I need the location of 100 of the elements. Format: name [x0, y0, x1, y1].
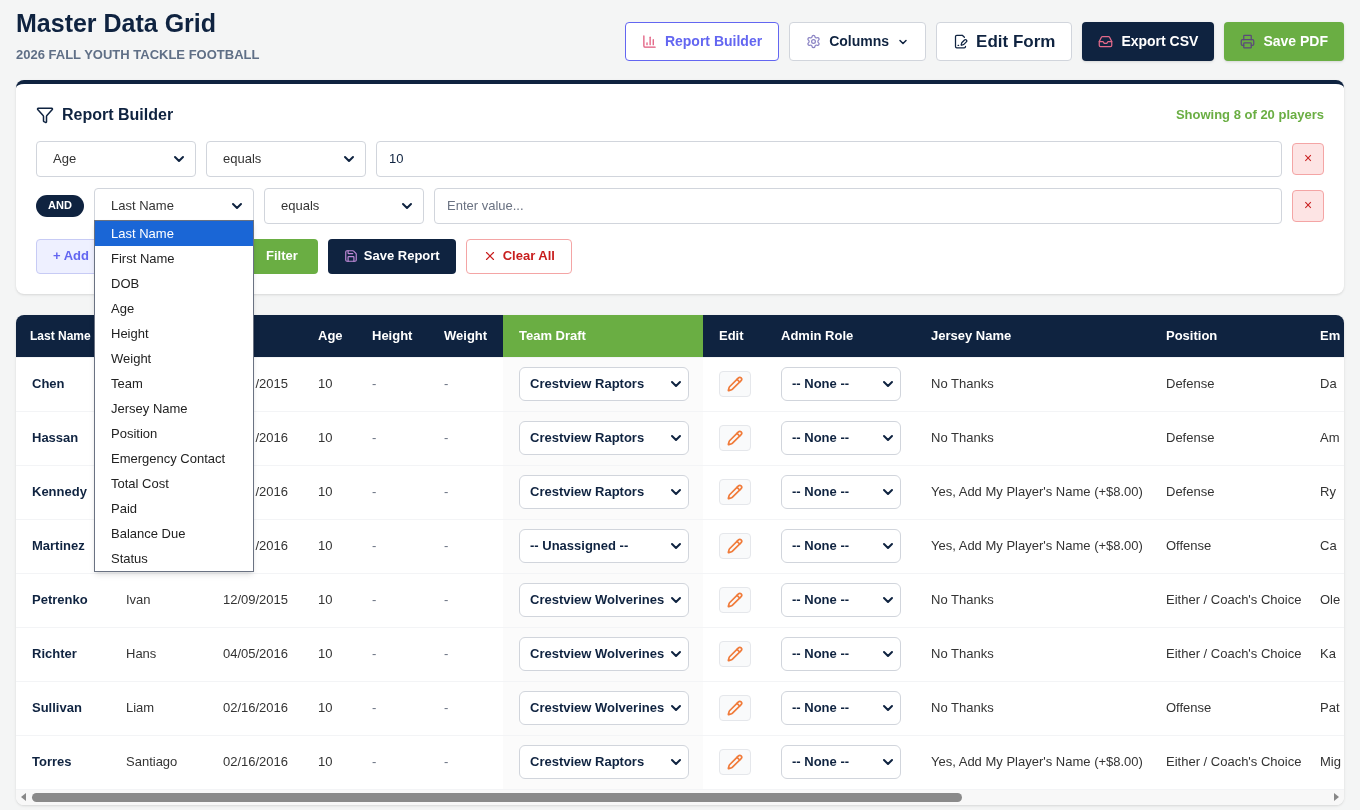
team-select[interactable]: Crestview Raptors [519, 367, 689, 401]
dropdown-option[interactable]: Team [95, 371, 253, 396]
cell-text: No Thanks [931, 645, 994, 664]
remove-filter-button[interactable]: × [1292, 142, 1324, 175]
dash-text: - [372, 537, 377, 556]
dropdown-option[interactable]: Emergency Contact [95, 446, 253, 471]
dash-text: - [372, 429, 377, 448]
column-header: Last Name [30, 327, 91, 345]
column-header: Weight [444, 326, 488, 345]
value-field[interactable]: 10 [376, 140, 1282, 177]
role-select[interactable]: -- None -- [781, 529, 901, 563]
role-select[interactable]: -- None -- [781, 745, 901, 779]
date-text: 04/05/2016 [222, 645, 289, 664]
team-select[interactable]: Crestview Raptors [519, 421, 689, 455]
pencil-icon [727, 376, 743, 392]
remove-filter-button[interactable]: × [1292, 189, 1324, 222]
cell-text: Ivan [126, 591, 151, 610]
cell-text: No Thanks [931, 375, 994, 394]
toolbar-button[interactable]: Report Builder [624, 22, 780, 61]
team-select[interactable]: -- Unassigned -- [519, 529, 689, 563]
pencil-icon [727, 646, 743, 662]
cell-text: Pat [1320, 699, 1340, 718]
cell-text: Mig [1320, 753, 1341, 772]
last-name-text: Richter [32, 645, 77, 664]
team-select[interactable]: Crestview Wolverines [519, 637, 689, 671]
save-icon [343, 249, 358, 263]
pencil-icon [727, 430, 743, 446]
dash-text: - [444, 537, 449, 556]
cell-text: Defense [1166, 483, 1215, 502]
dropdown-option[interactable]: Height [95, 321, 253, 346]
scroll-right-icon [1332, 793, 1340, 801]
edit-button[interactable] [719, 641, 751, 667]
dropdown-option[interactable]: Weight [95, 346, 253, 371]
role-select[interactable]: -- None -- [781, 691, 901, 725]
operator-select[interactable]: equals [206, 140, 366, 177]
page-subtitle: 2026 FALL YOUTH TACKLE FOOTBALL [16, 46, 260, 64]
dropdown-option[interactable]: DOB [95, 271, 253, 296]
role-select[interactable]: -- None -- [781, 475, 901, 509]
toolbar-button[interactable]: Edit Form [936, 22, 1073, 61]
page-title: Master Data Grid [16, 8, 218, 38]
edit-button[interactable] [719, 371, 751, 397]
dropdown-option[interactable]: Paid [95, 496, 253, 521]
cell-text: No Thanks [931, 429, 994, 448]
cell-text: 10 [318, 429, 333, 448]
role-select[interactable]: -- None -- [781, 637, 901, 671]
dropdown-option[interactable]: Status [95, 546, 253, 571]
scroll-left-icon [20, 793, 28, 801]
operator-select[interactable]: equals [264, 187, 424, 224]
dash-text: - [444, 753, 449, 772]
dash-text: - [444, 375, 449, 394]
cell-text: Ka [1320, 645, 1336, 664]
cell-text: Offense [1166, 537, 1212, 556]
edit-button[interactable] [719, 479, 751, 505]
action-button[interactable]: Clear All [465, 238, 572, 274]
last-name-text: Sullivan [32, 699, 82, 718]
horizontal-scrollbar[interactable] [16, 788, 1344, 805]
last-name-text: Torres [32, 753, 72, 772]
cell-text: Liam [126, 699, 155, 718]
role-select[interactable]: -- None -- [781, 367, 901, 401]
toolbar-button[interactable]: Export CSV [1082, 22, 1215, 61]
cell-text: Hans [126, 645, 157, 664]
edit-button[interactable] [719, 749, 751, 775]
last-name-text: Chen [32, 375, 65, 394]
pencil-icon [727, 592, 743, 608]
value-field[interactable]: Enter value... [434, 187, 1282, 224]
edit-button[interactable] [719, 533, 751, 559]
cell-text: Either / Coach's Choice [1166, 591, 1302, 610]
column-header: Jersey Name [931, 326, 1012, 345]
dash-text: - [372, 699, 377, 718]
scrollbar-thumb[interactable] [32, 792, 962, 802]
team-select[interactable]: Crestview Wolverines [519, 583, 689, 617]
document-icon [953, 34, 969, 49]
edit-button[interactable] [719, 425, 751, 451]
dropdown-option[interactable]: Jersey Name [95, 396, 253, 421]
report-builder-title: Report Builder [62, 104, 174, 125]
dash-text: - [372, 375, 377, 394]
cell-text: Defense [1166, 429, 1215, 448]
dropdown-option[interactable]: Last Name [95, 221, 253, 246]
toolbar-button[interactable]: Columns [789, 22, 927, 61]
edit-button[interactable] [719, 695, 751, 721]
field-select[interactable]: Age [36, 140, 196, 177]
action-button[interactable]: Save Report [327, 238, 456, 274]
dropdown-option[interactable]: Age [95, 296, 253, 321]
dash-text: - [372, 645, 377, 664]
dropdown-option[interactable]: Position [95, 421, 253, 446]
last-name-text: Petrenko [32, 591, 88, 610]
pencil-icon [727, 484, 743, 500]
dash-text: - [372, 753, 377, 772]
dropdown-option[interactable]: Total Cost [95, 471, 253, 496]
dash-text: - [444, 699, 449, 718]
cell-text: Offense [1166, 699, 1212, 718]
date-text: /2016 [254, 483, 289, 502]
dropdown-option[interactable]: Balance Due [95, 521, 253, 546]
role-select[interactable]: -- None -- [781, 421, 901, 455]
team-select[interactable]: Crestview Wolverines [519, 691, 689, 725]
role-select[interactable]: -- None -- [781, 583, 901, 617]
edit-button[interactable] [719, 587, 751, 613]
team-select[interactable]: Crestview Raptors [519, 475, 689, 509]
team-select[interactable]: Crestview Raptors [519, 745, 689, 779]
cell-text: Ry [1320, 483, 1336, 502]
